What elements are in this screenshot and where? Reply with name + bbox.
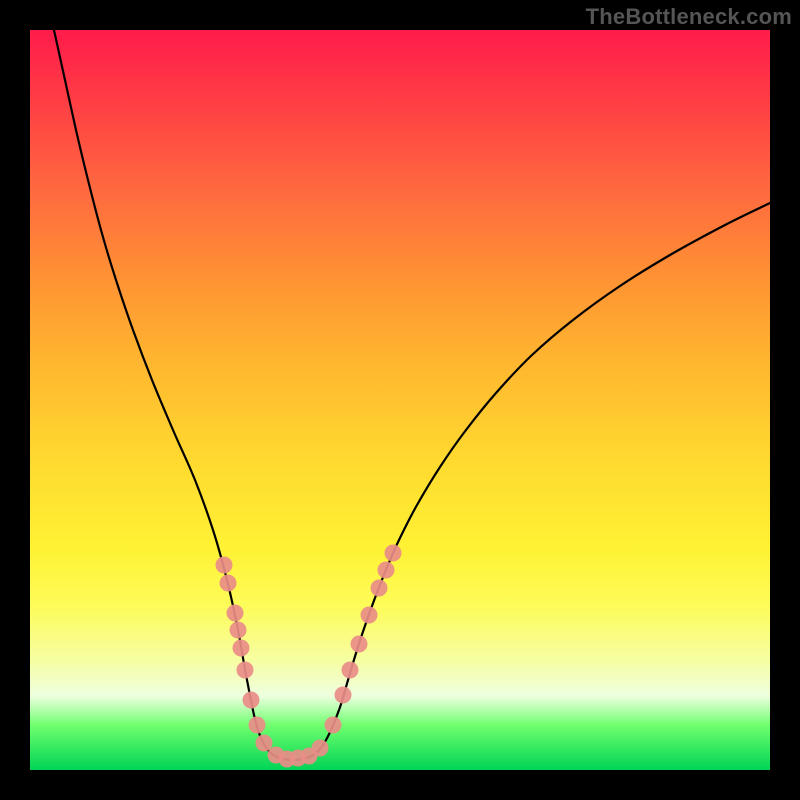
data-marker [371, 580, 388, 597]
data-marker [335, 687, 352, 704]
data-marker [230, 622, 247, 639]
data-marker [385, 545, 402, 562]
data-marker [378, 562, 395, 579]
data-marker [220, 575, 237, 592]
data-marker [227, 605, 244, 622]
data-marker [325, 717, 342, 734]
data-marker [216, 557, 233, 574]
data-marker [361, 607, 378, 624]
bottleneck-curve [54, 30, 770, 760]
data-marker [237, 662, 254, 679]
data-marker [351, 636, 368, 653]
data-marker [342, 662, 359, 679]
curve-path [54, 30, 770, 760]
data-markers [216, 545, 402, 768]
data-marker [249, 717, 266, 734]
data-marker [256, 735, 273, 752]
data-marker [243, 692, 260, 709]
watermark-text: TheBottleneck.com [586, 4, 792, 30]
data-marker [233, 640, 250, 657]
chart-svg [30, 30, 770, 770]
chart-frame: TheBottleneck.com [0, 0, 800, 800]
data-marker [312, 740, 329, 757]
plot-area [30, 30, 770, 770]
